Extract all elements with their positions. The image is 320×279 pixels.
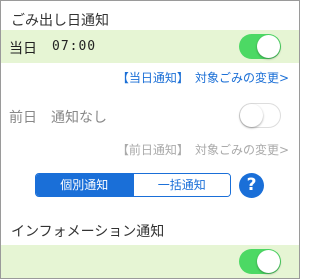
same-day-notify-link[interactable]: 【当日通知】	[117, 71, 189, 85]
same-day-row: 当日 07:00	[1, 30, 299, 63]
garbage-day-section-title: ごみ出し日通知	[11, 13, 109, 29]
prev-day-status[interactable]: 通知なし	[51, 107, 107, 127]
individual-notify-option[interactable]: 個別通知	[36, 174, 133, 196]
prev-day-toggle[interactable]	[239, 103, 281, 128]
same-day-toggle[interactable]	[239, 34, 281, 59]
prev-day-notify-link[interactable]: 【前日通知】	[117, 143, 189, 157]
bulk-notify-option[interactable]: 一括通知	[132, 174, 230, 196]
toggle-knob	[257, 35, 280, 58]
toggle-knob	[257, 250, 280, 273]
same-day-links: 【当日通知】 対象ごみの変更>	[111, 69, 289, 86]
same-day-change-target-link[interactable]: 対象ごみの変更>	[195, 71, 289, 85]
prev-day-label: 前日	[9, 110, 37, 126]
prev-day-change-target-link[interactable]: 対象ごみの変更>	[195, 143, 289, 157]
info-section-title: インフォメーション通知	[11, 224, 165, 240]
prev-day-row: 前日 通知なし	[1, 99, 299, 132]
info-row	[1, 245, 299, 278]
help-icon[interactable]: ?	[239, 173, 264, 198]
toggle-knob	[240, 104, 263, 127]
notification-settings-panel: ごみ出し日通知 当日 07:00 【当日通知】 対象ごみの変更> 前日 通知なし …	[0, 0, 300, 279]
info-toggle[interactable]	[239, 249, 281, 274]
notification-mode-segmented-control: 個別通知 一括通知	[35, 173, 231, 197]
prev-day-links: 【前日通知】 対象ごみの変更>	[111, 141, 289, 158]
same-day-time[interactable]: 07:00	[52, 39, 96, 54]
same-day-label: 当日	[9, 41, 37, 57]
